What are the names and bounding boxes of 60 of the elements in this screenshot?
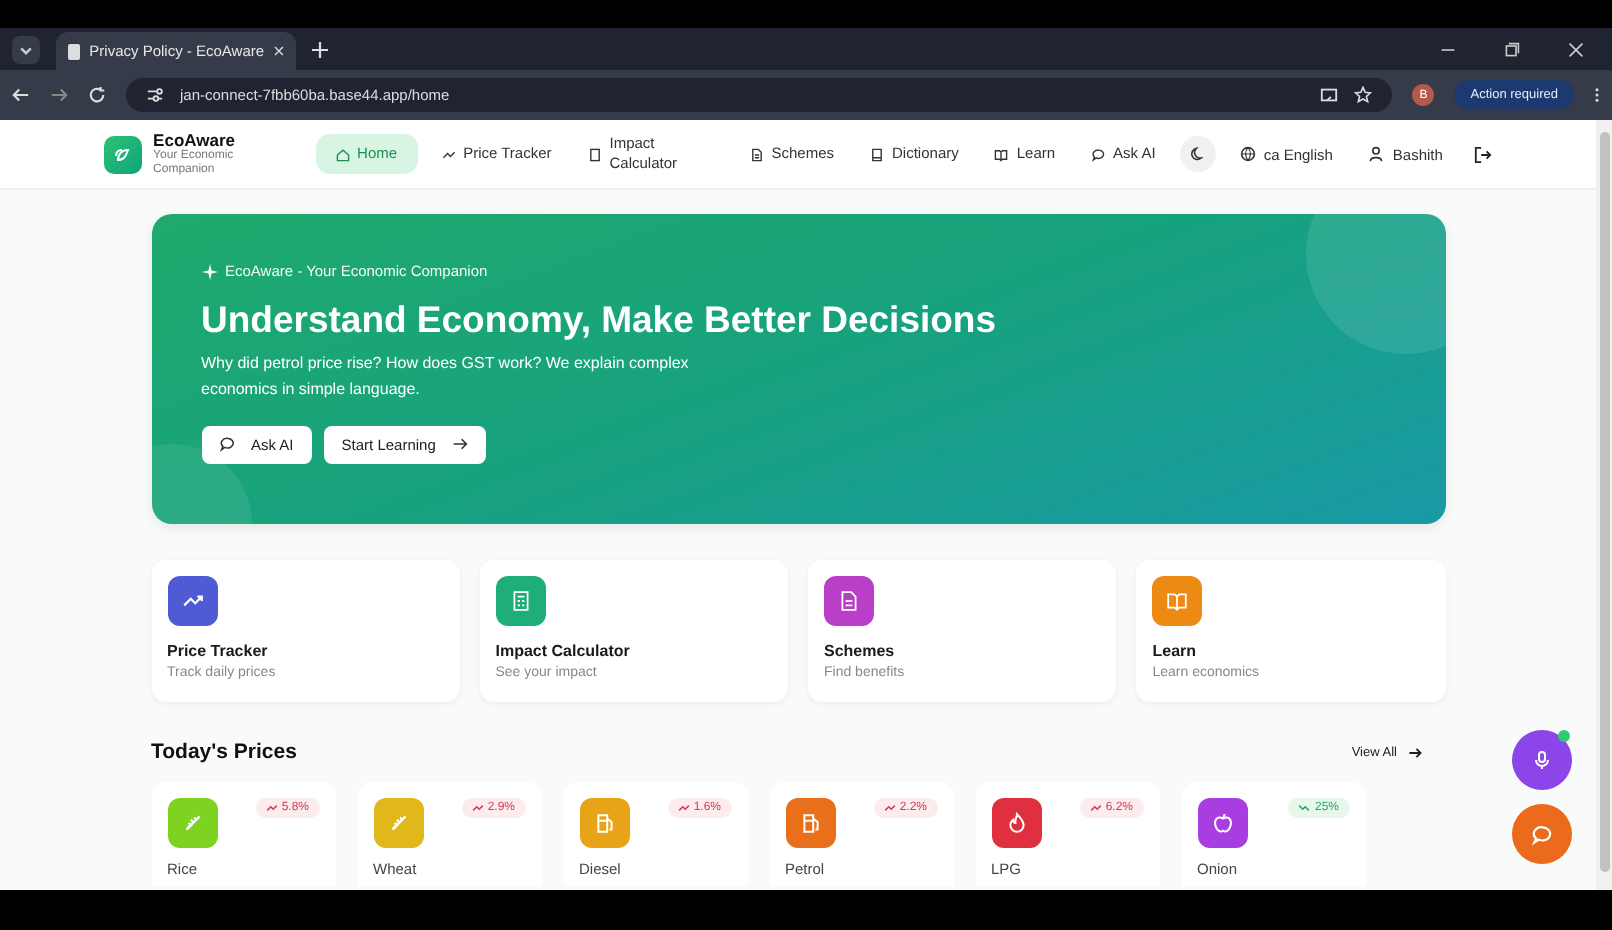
- fuel-pump-icon: [593, 812, 615, 834]
- back-icon[interactable]: [12, 86, 30, 104]
- leaf-icon: [112, 144, 133, 164]
- arrow-right-icon: [1407, 745, 1421, 759]
- new-tab-icon[interactable]: [312, 41, 328, 57]
- hero-subtitle: Why did petrol price rise? How does GST work? We explain complex economics in simple language.: [201, 352, 691, 402]
- more-icon[interactable]: [1594, 86, 1600, 104]
- voice-button[interactable]: [1512, 730, 1572, 790]
- brand-name: EcoAware: [153, 129, 237, 150]
- fuel-pump-icon: [799, 812, 821, 834]
- globe-icon: [1239, 146, 1256, 162]
- house-icon: [335, 147, 350, 161]
- trend-up-icon: [883, 802, 896, 814]
- tab-list-button[interactable]: [12, 35, 40, 63]
- document-icon: [838, 590, 860, 612]
- chat-button[interactable]: [1512, 804, 1572, 864]
- arrow-right-icon: [451, 436, 468, 453]
- trend-up-icon: [471, 802, 484, 814]
- trend-down-icon: [1298, 802, 1311, 814]
- trend-up-icon: [265, 802, 278, 814]
- user-icon: [1368, 146, 1385, 162]
- trend-up-icon: [1089, 802, 1102, 814]
- trend-up-icon: [677, 802, 690, 814]
- chat-bubble-icon: [219, 436, 235, 453]
- calculator-icon: [587, 147, 602, 161]
- calculator-icon: [509, 590, 532, 612]
- trend-line-icon: [441, 147, 456, 161]
- open-book-icon: [994, 147, 1009, 161]
- chat-bubble-icon: [1091, 147, 1106, 161]
- reload-icon[interactable]: [88, 86, 106, 104]
- close-icon[interactable]: [1568, 41, 1584, 57]
- cast-icon[interactable]: [1320, 86, 1339, 104]
- feature-title: Schemes: [824, 642, 895, 660]
- book-icon: [870, 147, 885, 161]
- open-book-icon: [1166, 590, 1189, 612]
- page-icon: [68, 43, 80, 59]
- close-icon[interactable]: [274, 44, 284, 58]
- trend-chart-icon: [181, 590, 203, 612]
- sparkle-icon: [201, 263, 217, 279]
- apple-icon: [1211, 812, 1233, 834]
- microphone-icon: [1532, 750, 1552, 770]
- feature-title: Impact Calculator: [495, 642, 630, 660]
- grain-icon: [387, 812, 409, 834]
- scrollbar[interactable]: [1596, 120, 1612, 890]
- feature-title: Price Tracker: [167, 642, 268, 660]
- site-settings-icon[interactable]: [146, 86, 164, 104]
- forward-icon[interactable]: [50, 86, 68, 104]
- bookmark-star-icon[interactable]: [1354, 86, 1373, 104]
- moon-icon: [1189, 146, 1206, 162]
- online-dot: [1558, 730, 1570, 742]
- grain-icon: [181, 812, 203, 834]
- theme-toggle-button[interactable]: [1179, 136, 1216, 172]
- document-icon: [749, 147, 764, 161]
- restore-icon[interactable]: [1504, 41, 1520, 57]
- hero-title: Understand Economy, Make Better Decisions: [201, 298, 999, 342]
- flame-icon: [1005, 812, 1027, 834]
- feature-title: Learn: [1152, 642, 1197, 660]
- logout-icon[interactable]: [1474, 145, 1493, 163]
- chat-bubble-icon: [1531, 823, 1553, 845]
- section-title: Today's Prices: [151, 740, 297, 764]
